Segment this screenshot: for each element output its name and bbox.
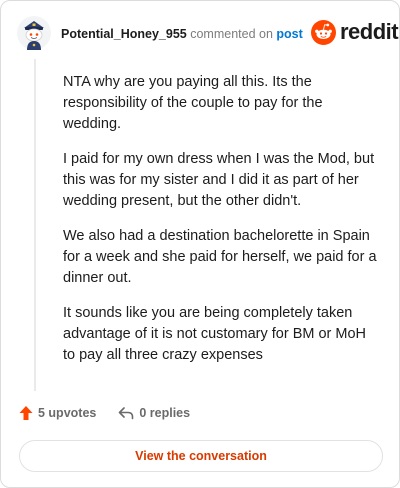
comment-header: Potential_Honey_955 commented on post (61, 27, 303, 41)
thread-line (34, 59, 36, 391)
snoo-avatar-icon[interactable] (17, 16, 51, 50)
comment-body: NTA why are you paying all this. Its the… (63, 72, 379, 380)
upvote-arrow-icon (19, 406, 33, 420)
comment-actions: 5 upvotes 0 replies (19, 405, 190, 421)
author-username[interactable]: Potential_Honey_955 (61, 27, 187, 41)
upvote-button[interactable]: 5 upvotes (19, 405, 96, 421)
reply-arrow-icon (119, 407, 134, 420)
reply-count: 0 replies (139, 406, 191, 420)
reddit-wordmark: reddit (340, 19, 399, 44)
replies-button[interactable]: 0 replies (118, 406, 190, 420)
comment-embed-card: Potential_Honey_955 commented on post re… (0, 0, 400, 488)
reddit-logo-icon (311, 19, 336, 45)
comment-paragraph: It sounds like you are being completely … (63, 305, 367, 363)
post-link[interactable]: post (276, 27, 302, 41)
upvote-count: 5 upvotes (38, 406, 97, 420)
comment-paragraph: NTA why are you paying all this. Its the… (63, 74, 323, 132)
reddit-logo[interactable]: reddit (311, 19, 399, 45)
comment-paragraph: I paid for my own dress when I was the M… (63, 151, 375, 209)
commented-on-label: commented on (190, 27, 273, 41)
view-conversation-button[interactable]: View the conversation (19, 440, 383, 472)
comment-paragraph: We also had a destination bachelorette i… (63, 228, 377, 286)
